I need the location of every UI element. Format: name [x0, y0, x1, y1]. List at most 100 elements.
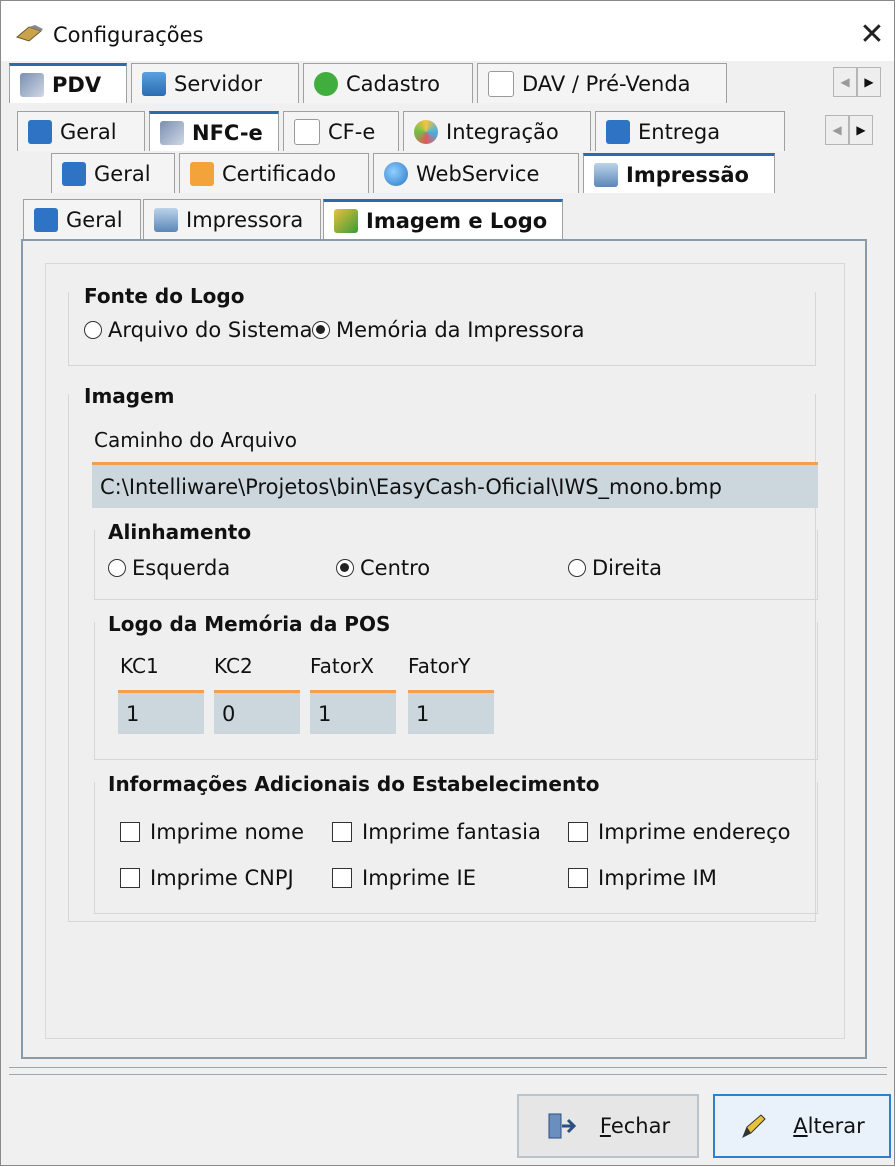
info-adicionais-group	[94, 782, 818, 914]
scroll-right-button[interactable]: ▶	[857, 67, 881, 97]
tab-label: Servidor	[174, 71, 262, 96]
footer-separator	[9, 1067, 887, 1075]
configuracoes-window: Configurações ✕ PDV Servidor Cadastro DA…	[0, 0, 895, 1166]
tab-imagem-e-logo[interactable]: Imagem e Logo	[323, 199, 563, 239]
checkbox-imprime-nome[interactable]: Imprime nome	[120, 820, 304, 844]
checkbox[interactable]	[568, 822, 588, 842]
fechar-button[interactable]: Fechar	[517, 1094, 699, 1158]
tools-icon	[160, 120, 184, 145]
pencil-icon	[742, 1114, 766, 1139]
tab-label: NFC-e	[192, 120, 263, 145]
tab-label: Cadastro	[346, 71, 440, 96]
image-icon	[334, 208, 358, 233]
tab-certificado[interactable]: Certificado	[179, 153, 369, 193]
tabs-level3: Geral Certificado WebService Impressão	[9, 153, 879, 193]
checkbox[interactable]	[120, 822, 140, 842]
tab-label: Entrega	[638, 119, 721, 144]
tab-label: Geral	[94, 161, 151, 186]
fatory-field[interactable]: 1	[408, 690, 494, 734]
scroll-right-button[interactable]: ▶	[849, 115, 873, 145]
tab-scroll-arrows: ◀ ▶	[833, 67, 881, 97]
kc2-label: KC2	[214, 654, 253, 678]
checkbox-imprime-cnpj[interactable]: Imprime CNPJ	[120, 866, 294, 890]
fatorx-label: FatorX	[310, 654, 374, 678]
checkbox[interactable]	[120, 868, 140, 888]
tab-impressora[interactable]: Impressora	[143, 199, 321, 239]
plus-circle-icon	[314, 71, 338, 96]
tabs-level1: PDV Servidor Cadastro DAV / Pré-Venda ◀ ▶	[9, 63, 881, 103]
radio-memoria-impressora[interactable]: Memória da Impressora	[312, 318, 585, 342]
radio-label: Arquivo do Sistema	[108, 318, 313, 342]
tab-nfc-e[interactable]: NFC-e	[149, 111, 279, 151]
tab-cf-e[interactable]: CF-e	[283, 111, 399, 151]
tab-servidor[interactable]: Servidor	[131, 63, 299, 103]
info-adicionais-title: Informações Adicionais do Estabeleciment…	[106, 772, 602, 796]
radio-esquerda[interactable]: Esquerda	[108, 556, 230, 580]
integration-icon	[414, 119, 438, 144]
tab-geral[interactable]: Geral	[17, 111, 145, 151]
radio-button[interactable]	[108, 559, 126, 577]
certificate-icon	[190, 161, 214, 186]
kc1-field[interactable]: 1	[118, 690, 204, 734]
radio-button[interactable]	[568, 559, 586, 577]
fonte-logo-title: Fonte do Logo	[82, 284, 247, 308]
radio-direita[interactable]: Direita	[568, 556, 662, 580]
close-button[interactable]: ✕	[852, 15, 892, 55]
alinhamento-title: Alinhamento	[106, 520, 254, 544]
checkbox[interactable]	[332, 868, 352, 888]
scroll-left-button[interactable]: ◀	[833, 67, 857, 97]
window-icon	[28, 119, 52, 144]
tab-webservice[interactable]: WebService	[373, 153, 579, 193]
caminho-arquivo-field[interactable]: C:\Intelliware\Projetos\bin\EasyCash-Ofi…	[92, 462, 818, 508]
document-icon	[294, 118, 320, 145]
checkbox[interactable]	[568, 868, 588, 888]
fatorx-field[interactable]: 1	[310, 690, 396, 734]
tab-label: Geral	[60, 119, 117, 144]
radio-label: Direita	[592, 556, 663, 580]
fechar-accesskey: F	[599, 1114, 611, 1138]
document-icon	[488, 70, 514, 97]
kc2-field[interactable]: 0	[214, 690, 300, 734]
radio-arquivo-sistema[interactable]: Arquivo do Sistema	[84, 318, 313, 342]
radio-button[interactable]	[84, 321, 102, 339]
tab-label: Impressão	[626, 162, 749, 187]
tab-entrega[interactable]: Entrega	[595, 111, 785, 151]
printer-icon	[594, 162, 618, 187]
tab-impressao[interactable]: Impressão	[583, 153, 775, 193]
alterar-button[interactable]: Alterar	[713, 1094, 891, 1158]
checkbox-imprime-fantasia[interactable]: Imprime fantasia	[332, 820, 541, 844]
tab-geral-4[interactable]: Geral	[23, 199, 141, 239]
tab-cadastro[interactable]: Cadastro	[303, 63, 473, 103]
truck-icon	[606, 119, 630, 144]
checkbox[interactable]	[332, 822, 352, 842]
tab-geral-3[interactable]: Geral	[51, 153, 175, 193]
scroll-left-button[interactable]: ◀	[825, 115, 849, 145]
checkbox-label: Imprime CNPJ	[150, 866, 294, 890]
globe-icon	[384, 161, 408, 186]
radio-centro[interactable]: Centro	[336, 556, 430, 580]
alterar-accesskey: A	[793, 1114, 808, 1138]
checkbox-label: Imprime fantasia	[362, 820, 541, 844]
tab-integracao[interactable]: Integração	[403, 111, 591, 151]
content-area: Fonte do Logo Arquivo do Sistema Memória…	[45, 263, 845, 1039]
tab-pdv[interactable]: PDV	[9, 63, 127, 103]
tab-label: Imagem e Logo	[366, 208, 548, 233]
window-title: Configurações	[53, 23, 204, 47]
checkbox-label: Imprime IE	[362, 866, 476, 890]
tabs-level2: Geral NFC-e CF-e Integração Entrega ◀ ▶	[9, 111, 879, 151]
fechar-text: echar	[610, 1114, 671, 1138]
checkbox-imprime-ie[interactable]: Imprime IE	[332, 866, 476, 890]
imagem-title: Imagem	[82, 384, 177, 408]
checkbox-imprime-endereco[interactable]: Imprime endereço	[568, 820, 790, 844]
tab-label: Integração	[446, 119, 559, 144]
checkbox-label: Imprime nome	[150, 820, 305, 844]
tab-dav-pre-venda[interactable]: DAV / Pré-Venda	[477, 63, 727, 103]
tab-label: PDV	[52, 72, 102, 97]
tab-label: WebService	[416, 161, 540, 186]
radio-button[interactable]	[336, 559, 354, 577]
title-bar: Configurações ✕	[1, 1, 894, 61]
fechar-label: Fechar	[600, 1114, 670, 1138]
exit-door-icon	[548, 1113, 576, 1139]
radio-button[interactable]	[312, 321, 330, 339]
checkbox-imprime-im[interactable]: Imprime IM	[568, 866, 717, 890]
